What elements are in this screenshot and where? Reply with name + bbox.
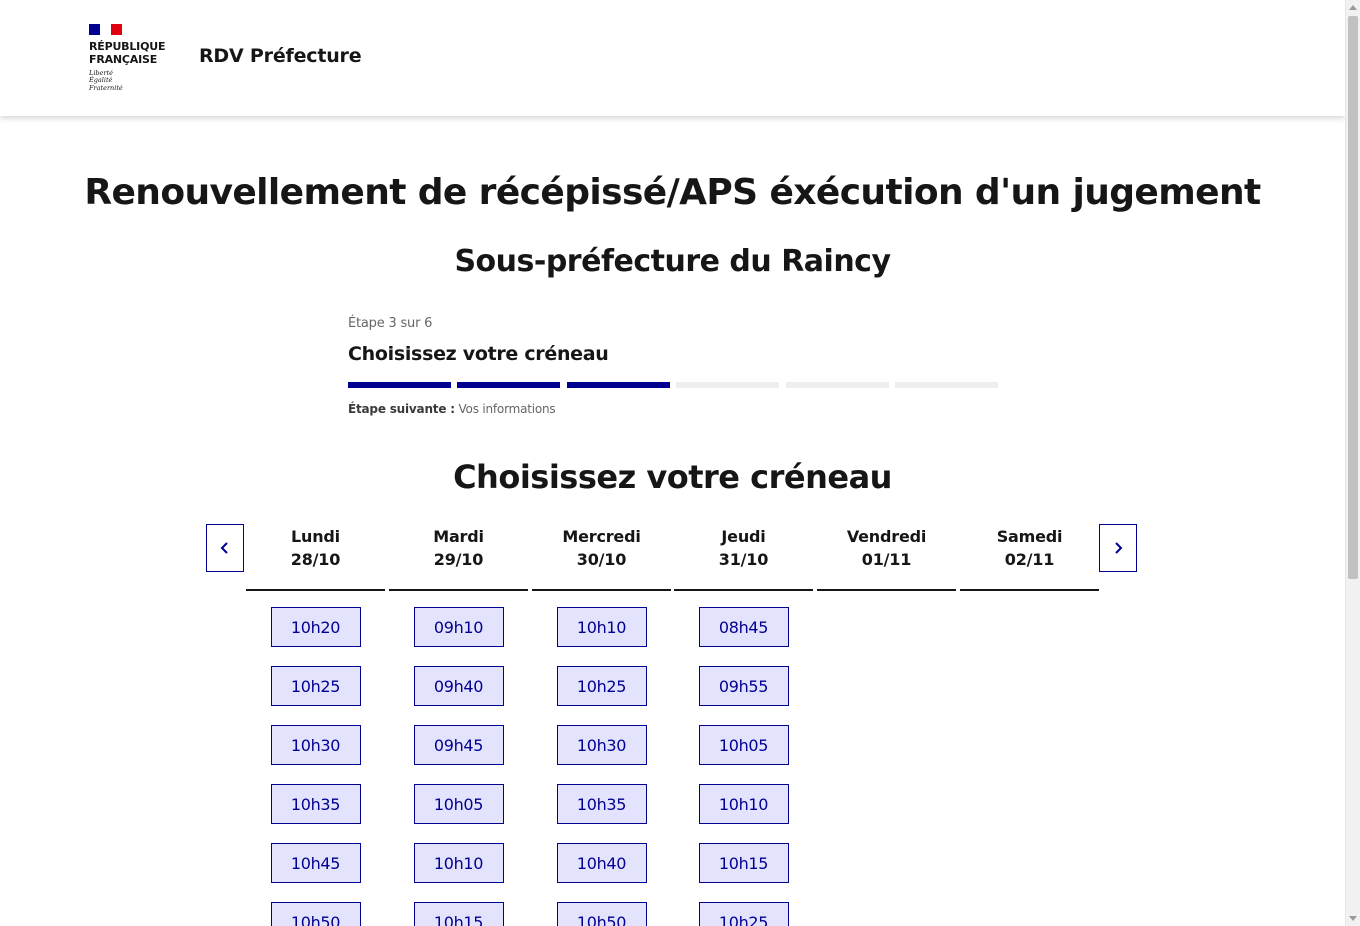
- day-header: Jeudi 31/10: [674, 524, 813, 591]
- time-slot-button[interactable]: 08h45: [698, 607, 789, 647]
- chevron-left-icon: [220, 542, 228, 554]
- day-column: Mardi 29/10 09h10 09h40 09h45 10h05 10h10 10h15: [389, 524, 528, 926]
- stepper-segment: [895, 382, 998, 388]
- stepper-progress: [348, 382, 998, 388]
- time-slot-button[interactable]: 10h35: [556, 784, 647, 824]
- day-date: 29/10: [433, 550, 484, 569]
- time-slot-button[interactable]: 09h40: [413, 666, 504, 706]
- time-slot-button[interactable]: 10h25: [698, 902, 789, 926]
- time-slot-button[interactable]: 10h20: [270, 607, 361, 647]
- page: RÉPUBLIQUE FRANÇAISE Liberté Égalité Fra…: [0, 0, 1345, 926]
- time-slot-button[interactable]: 10h45: [270, 843, 361, 883]
- day-header: Mercredi 30/10: [532, 524, 671, 591]
- time-slot-button[interactable]: 10h30: [556, 725, 647, 765]
- stepper-segment: [567, 382, 670, 388]
- time-slot-button[interactable]: 09h55: [698, 666, 789, 706]
- motto-fraternite: Fraternité: [89, 83, 123, 92]
- scroll-up-arrow-icon[interactable]: [1349, 5, 1357, 10]
- day-column: Lundi 28/10 10h20 10h25 10h30 10h35 10h45 10h50: [246, 524, 385, 926]
- day-date: 28/10: [290, 550, 341, 569]
- time-slot-button[interactable]: 10h25: [270, 666, 361, 706]
- stepper-state: Étape 3 sur 6: [348, 316, 433, 331]
- slot-list: 09h10 09h40 09h45 10h05 10h10 10h15: [389, 591, 528, 926]
- time-slot-button[interactable]: 10h50: [270, 902, 361, 926]
- day-header: Mardi 29/10: [389, 524, 528, 591]
- day-name: Samedi: [996, 527, 1063, 546]
- day-date: 31/10: [718, 550, 769, 569]
- day-column: Jeudi 31/10 08h45 09h55 10h05 10h10 10h15 10h25: [674, 524, 813, 926]
- day-name: Mercredi: [562, 527, 641, 546]
- time-slot-button[interactable]: 10h15: [413, 902, 504, 926]
- time-slot-button[interactable]: 10h10: [698, 784, 789, 824]
- republique-francaise-logo[interactable]: RÉPUBLIQUE FRANÇAISE Liberté Égalité Fra…: [89, 24, 179, 96]
- stepper-segment: [348, 382, 451, 388]
- day-name: Mardi: [433, 527, 484, 546]
- time-slot-button[interactable]: 09h10: [413, 607, 504, 647]
- time-slot-button[interactable]: 10h30: [270, 725, 361, 765]
- slot-list: 10h20 10h25 10h30 10h35 10h45 10h50: [246, 591, 385, 926]
- logo-line-2: FRANÇAISE: [89, 53, 158, 66]
- time-slot-button[interactable]: 10h05: [413, 784, 504, 824]
- day-date: 01/11: [861, 550, 912, 569]
- time-slot-button[interactable]: 10h10: [413, 843, 504, 883]
- day-header: Samedi 02/11: [960, 524, 1099, 591]
- prefecture-title: Sous-préfecture du Raincy: [454, 244, 891, 279]
- time-slot-button[interactable]: 10h25: [556, 666, 647, 706]
- service-title[interactable]: RDV Préfecture: [199, 45, 362, 67]
- slots-title: Choisissez votre créneau: [453, 458, 892, 496]
- day-header: Lundi 28/10: [246, 524, 385, 591]
- chevron-right-icon: [1115, 542, 1123, 554]
- day-date: 02/11: [1004, 550, 1055, 569]
- logo-motto: Liberté Égalité Fraternité: [89, 69, 179, 92]
- slot-list: [817, 591, 956, 607]
- stepper-segment: [676, 382, 779, 388]
- previous-week-button[interactable]: [206, 524, 244, 572]
- page-title: Renouvellement de récépissé/APS éxécutio…: [84, 172, 1261, 213]
- page-scrollbar[interactable]: [1345, 0, 1360, 926]
- logo-line-1: RÉPUBLIQUE: [89, 40, 166, 53]
- time-slot-button[interactable]: 09h45: [413, 725, 504, 765]
- time-slot-button[interactable]: 10h05: [698, 725, 789, 765]
- next-step-label: Étape suivante :: [348, 402, 455, 416]
- time-slot-button[interactable]: 10h50: [556, 902, 647, 926]
- slot-list: [960, 591, 1099, 607]
- day-name: Jeudi: [721, 527, 766, 546]
- day-column: Samedi 02/11: [960, 524, 1099, 607]
- scroll-down-arrow-icon[interactable]: [1349, 916, 1357, 921]
- stepper-segment: [786, 382, 889, 388]
- next-week-button[interactable]: [1099, 524, 1137, 572]
- french-flag-icon: [89, 24, 122, 35]
- day-date: 30/10: [576, 550, 627, 569]
- day-name: Lundi: [291, 527, 340, 546]
- day-name: Vendredi: [846, 527, 927, 546]
- time-slot-button[interactable]: 10h10: [556, 607, 647, 647]
- stepper-next-step: Étape suivante : Vos informations: [348, 402, 556, 416]
- time-slot-button[interactable]: 10h15: [698, 843, 789, 883]
- site-header: RÉPUBLIQUE FRANÇAISE Liberté Égalité Fra…: [0, 0, 1345, 116]
- stepper-segment: [457, 382, 560, 388]
- stepper-title: Choisissez votre créneau: [348, 343, 609, 365]
- slot-list: 10h10 10h25 10h30 10h35 10h40 10h50: [532, 591, 671, 926]
- time-slot-button[interactable]: 10h35: [270, 784, 361, 824]
- scrollbar-thumb[interactable]: [1348, 16, 1358, 579]
- logo-text: RÉPUBLIQUE FRANÇAISE: [89, 40, 179, 66]
- day-header: Vendredi 01/11: [817, 524, 956, 591]
- slot-list: 08h45 09h55 10h05 10h10 10h15 10h25: [674, 591, 813, 926]
- day-column: Mercredi 30/10 10h10 10h25 10h30 10h35 10h40 10…: [532, 524, 671, 926]
- stepper: Étape 3 sur 6 Choisissez votre créneau É…: [348, 316, 998, 416]
- day-column: Vendredi 01/11: [817, 524, 956, 607]
- next-step-value: Vos informations: [458, 402, 556, 416]
- time-slot-button[interactable]: 10h40: [556, 843, 647, 883]
